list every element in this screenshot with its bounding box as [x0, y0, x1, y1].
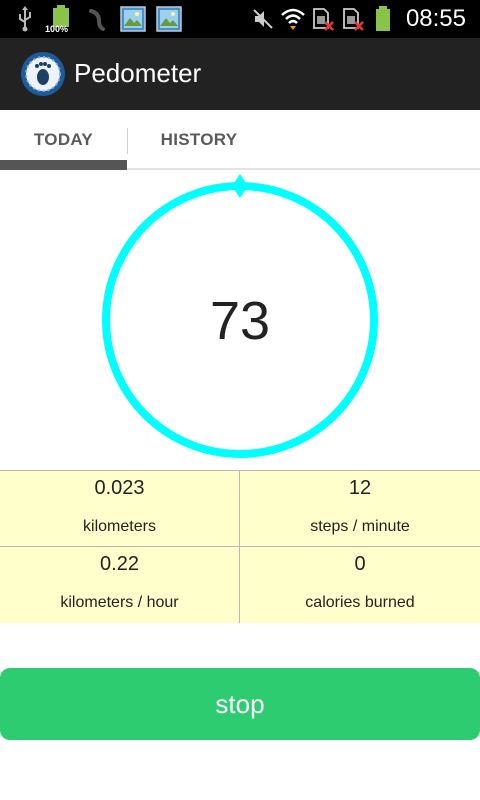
mute-icon [250, 6, 276, 32]
gallery-icon [156, 6, 182, 32]
stat-value: 0 [354, 553, 366, 575]
status-bar: 100% 08:55 [0, 0, 480, 38]
status-bar-system: 08:55 [250, 4, 466, 34]
stat-value: 12 [348, 477, 372, 499]
battery-icon [370, 6, 396, 32]
tab-selected-indicator [0, 160, 127, 170]
stat-label: calories burned [305, 594, 415, 611]
stat-label: kilometers [83, 518, 156, 535]
footprint-gauge-icon[interactable] [20, 51, 66, 97]
gallery-icon [120, 6, 146, 32]
battery-full-icon: 100% [45, 5, 74, 34]
tab-bar: TODAY HISTORY [0, 110, 480, 170]
stat-cell-steps-per-minute: 12 steps / minute [240, 471, 480, 547]
run-icon [84, 6, 110, 32]
step-gauge: 73 [0, 172, 480, 468]
wifi-icon [280, 6, 306, 32]
stat-value: 0.22 [100, 553, 139, 575]
stat-cell-calories: 0 calories burned [240, 547, 480, 623]
status-bar-notifications: 100% [12, 5, 182, 34]
progress-marker [232, 174, 248, 198]
usb-icon [12, 6, 38, 32]
sim-no-signal-icon [310, 6, 336, 32]
stat-label: steps / minute [310, 518, 410, 535]
stat-cell-kilometers-per-hour: 0.22 kilometers / hour [0, 547, 240, 623]
stats-grid: 0.023 kilometers 12 steps / minute 0.22 … [0, 470, 480, 623]
stat-value: 0.023 [94, 477, 145, 499]
action-bar: Pedometer [0, 38, 480, 110]
stat-label: kilometers / hour [60, 594, 179, 611]
battery-percent-label: 100% [45, 24, 69, 34]
sim-no-signal-icon [340, 6, 366, 32]
stat-cell-kilometers: 0.023 kilometers [0, 471, 240, 547]
tab-history[interactable]: HISTORY [128, 110, 270, 170]
app-title: Pedometer [74, 58, 202, 88]
stop-button[interactable]: stop [0, 668, 480, 740]
step-count: 73 [209, 291, 271, 351]
clock: 08:55 [405, 5, 466, 32]
